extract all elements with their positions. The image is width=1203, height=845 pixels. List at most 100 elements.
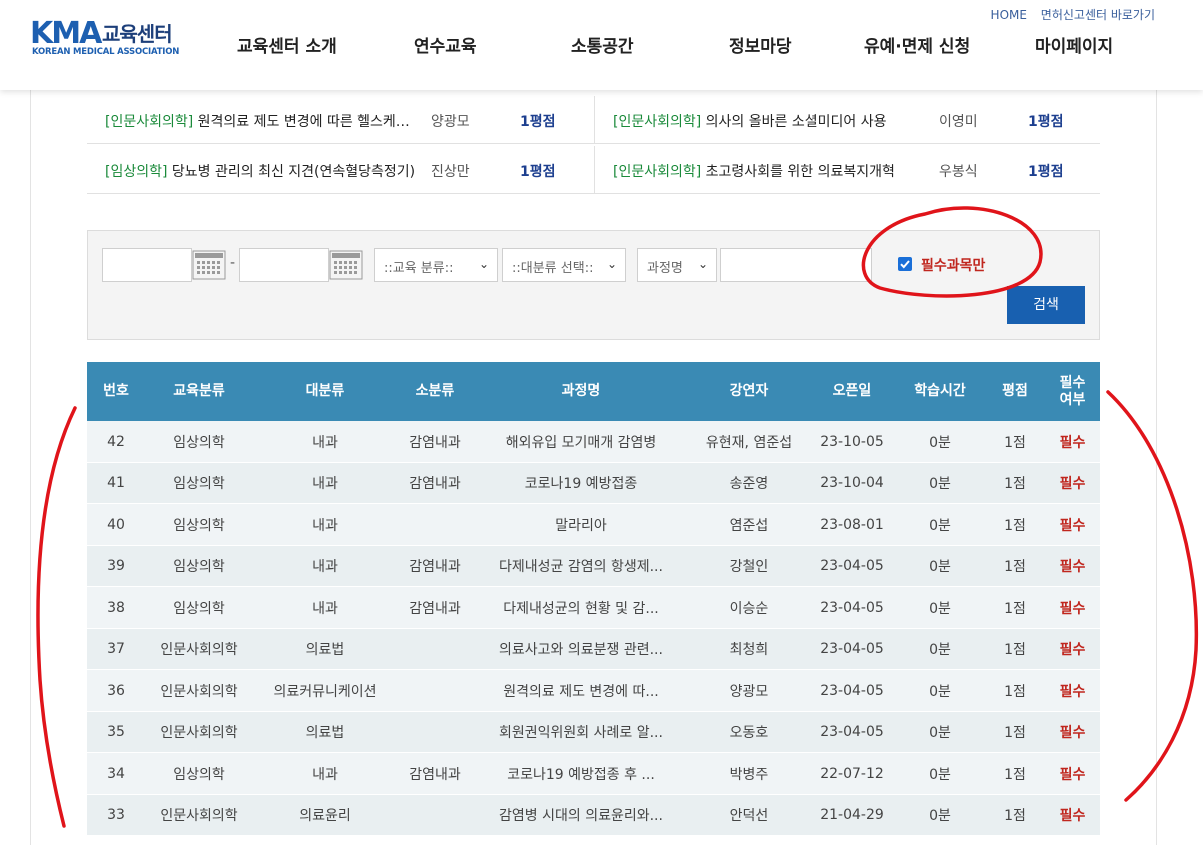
cell-course-name[interactable]: 코로나19 예방접종 xyxy=(473,463,689,504)
cell-lecturer: 강철인 xyxy=(729,559,769,575)
table-row[interactable]: 38 임상의학 내과 감염내과 다제내성균의 현황 및 감... 이승순 23-04-05 0… xyxy=(87,587,1100,629)
recommended-course[interactable]: [인문사회의학] 의사의 올바른 소셜미디어 사용 이영미 1평점 xyxy=(594,96,1100,144)
required-only-label[interactable]: 필수과목만 xyxy=(921,255,985,275)
start-date-input[interactable] xyxy=(102,248,192,282)
table-row[interactable]: 42 임상의학 내과 감염내과 해외유입 모기매개 감염병 유현재, 염준섭 23-10-0… xyxy=(87,421,1100,463)
cell-no: 42 xyxy=(107,433,125,450)
cell-edu-category: 임상의학 xyxy=(173,476,225,492)
cell-major: 의료법 xyxy=(305,725,345,741)
edu-category-select[interactable]: ::교육 분류:: ⌄ xyxy=(374,248,498,282)
cell-major: 내과 xyxy=(312,434,338,451)
cell-no: 39 xyxy=(107,558,125,574)
recommended-course[interactable]: [인문사회의학] 초고령사회를 위한 의료복지개혁 우봉식 1평점 xyxy=(594,146,1100,194)
table-row[interactable]: 35 인문사회의학 의료법 회원권익위원회 사례로 알... 오동호 23-04-05 0분… xyxy=(87,711,1100,753)
cell-course-name[interactable]: 다제내성균 감염의 항생제... xyxy=(473,546,689,587)
main-navigation: 교육센터 소개 연수교육 소통공간 정보마당 유예·면제 신청 마이페이지 xyxy=(200,32,1160,57)
recommended-course[interactable]: [인문사회의학] 원격의료 제도 변경에 따른 헬스케어 산업 양광모 1평점 xyxy=(87,96,593,144)
course-table: 번호 교육분류 대분류 소분류 과정명 강연자 오픈일 학습시간 평점 필수 여… xyxy=(87,362,1100,836)
cell-major: 내과 xyxy=(312,517,338,534)
header-no: 번호 xyxy=(103,383,129,399)
cell-points: 1점 xyxy=(1004,642,1026,658)
nav-training[interactable]: 연수교육 xyxy=(414,32,477,57)
cell-study-time: 0분 xyxy=(929,517,951,534)
search-keyword-input[interactable] xyxy=(720,248,872,282)
cell-major: 내과 xyxy=(312,476,338,492)
course-title[interactable]: [인문사회의학] 초고령사회를 위한 의료복지개혁 xyxy=(613,161,925,181)
table-body: 42 임상의학 내과 감염내과 해외유입 모기매개 감염병 유현재, 염준섭 23-10-0… xyxy=(87,421,1100,836)
cell-minor: 감염내과 xyxy=(409,559,461,575)
header-edu-category: 교육분류 xyxy=(173,383,225,399)
search-button[interactable]: 검색 xyxy=(1007,286,1085,324)
cell-points: 1점 xyxy=(1004,517,1026,534)
table-row[interactable]: 34 임상의학 내과 감염내과 코로나19 예방접종 후 ... 박병주 22-07-12 0… xyxy=(87,753,1100,795)
cell-study-time: 0분 xyxy=(929,559,951,575)
table-row[interactable]: 40 임상의학 내과 말라리아 염준섭 23-08-01 0분 1점 필수 xyxy=(87,504,1100,546)
cell-no: 35 xyxy=(107,724,125,740)
cell-required: 필수 xyxy=(1059,683,1086,700)
course-category: [임상의학] xyxy=(105,164,168,180)
nav-mypage[interactable]: 마이페이지 xyxy=(1035,32,1113,57)
cell-lecturer: 염준섭 xyxy=(729,517,769,534)
cell-course-name[interactable]: 다제내성균의 현황 및 감... xyxy=(473,587,689,628)
cell-major: 의료윤리 xyxy=(299,808,351,824)
table-row[interactable]: 41 임상의학 내과 감염내과 코로나19 예방접종 송준영 23-10-04 0분 1점 필수 xyxy=(87,462,1100,504)
cell-study-time: 0분 xyxy=(929,683,951,700)
cell-open-date: 21-04-29 xyxy=(820,807,884,823)
cell-course-name[interactable]: 감염병 시대의 의료윤리와... xyxy=(473,795,689,836)
cell-required: 필수 xyxy=(1059,476,1086,492)
license-report-link[interactable]: 면허신고센터 바로가기 xyxy=(1041,8,1155,22)
course-category: [인문사회의학] xyxy=(613,114,702,130)
cell-required: 필수 xyxy=(1059,642,1086,658)
table-row[interactable]: 37 인문사회의학 의료법 의료사고와 의료분쟁 관련... 최청희 23-04-05 0분… xyxy=(87,628,1100,670)
cell-required: 필수 xyxy=(1059,766,1086,783)
header-required: 필수 여부 xyxy=(1059,374,1086,408)
recommended-course[interactable]: [임상의학] 당뇨병 관리의 최신 지견(연속혈당측정기) 진상만 1평점 xyxy=(87,146,593,194)
cell-course-name[interactable]: 회원권익위원회 사례로 알... xyxy=(473,712,689,753)
calendar-icon[interactable] xyxy=(329,250,363,280)
course-name: 원격의료 제도 변경에 따른 헬스케어 산업 xyxy=(193,114,417,130)
course-points: 1평점 xyxy=(1028,164,1064,180)
search-panel: - ::교육 분류:: ⌄ ::대분류 선택:: ⌄ 과정명 ⌄ 필수과목만 검… xyxy=(87,230,1100,340)
table-row[interactable]: 33 인문사회의학 의료윤리 감염병 시대의 의료윤리와... 안덕선 21-04-29 0… xyxy=(87,794,1100,836)
cell-major: 내과 xyxy=(312,559,338,575)
cell-points: 1점 xyxy=(1004,559,1026,575)
chevron-down-icon: ⌄ xyxy=(606,257,617,271)
cell-open-date: 23-04-05 xyxy=(820,724,884,740)
cell-course-name[interactable]: 말라리아 xyxy=(473,504,689,545)
cell-course-name[interactable]: 원격의료 제도 변경에 따... xyxy=(473,670,689,711)
cell-required: 필수 xyxy=(1059,808,1086,824)
course-name: 의사의 올바른 소셜미디어 사용 xyxy=(701,114,887,130)
chevron-down-icon: ⌄ xyxy=(697,257,708,271)
cell-points: 1점 xyxy=(1004,600,1026,617)
cell-no: 33 xyxy=(107,807,125,823)
cell-minor: 감염내과 xyxy=(409,600,461,617)
cell-course-name[interactable]: 의료사고와 의료분쟁 관련... xyxy=(473,629,689,670)
course-title[interactable]: [인문사회의학] 원격의료 제도 변경에 따른 헬스케어 산업 xyxy=(105,111,417,131)
calendar-icon[interactable] xyxy=(192,250,226,280)
cell-course-name[interactable]: 코로나19 예방접종 후 ... xyxy=(473,753,689,794)
home-link[interactable]: HOME xyxy=(991,8,1027,22)
end-date-input[interactable] xyxy=(239,248,329,282)
course-points: 1평점 xyxy=(520,114,556,130)
header-lecturer: 강연자 xyxy=(729,383,769,399)
course-lecturer: 이영미 xyxy=(939,114,978,130)
cell-major: 의료법 xyxy=(305,642,345,658)
search-field-select[interactable]: 과정명 ⌄ xyxy=(637,248,717,282)
table-row[interactable]: 36 인문사회의학 의료커뮤니케이션 원격의료 제도 변경에 따... 양광모 23-04… xyxy=(87,670,1100,712)
cell-open-date: 23-04-05 xyxy=(820,682,884,699)
required-only-checkbox[interactable] xyxy=(898,257,912,271)
cell-course-name[interactable]: 해외유입 모기매개 감염병 xyxy=(473,421,689,462)
cell-points: 1점 xyxy=(1004,683,1026,700)
nav-community[interactable]: 소통공간 xyxy=(571,32,634,57)
cell-lecturer: 최청희 xyxy=(729,642,769,658)
course-title[interactable]: [인문사회의학] 의사의 올바른 소셜미디어 사용 xyxy=(613,111,925,131)
major-category-select[interactable]: ::대분류 선택:: ⌄ xyxy=(502,248,626,282)
logo-kma-text: KMA xyxy=(30,16,102,51)
kma-logo[interactable]: KMA 교육센터 KOREAN MEDICAL ASSOCIATION xyxy=(30,18,190,60)
table-row[interactable]: 39 임상의학 내과 감염내과 다제내성균 감염의 항생제... 강철인 23-04-05 0… xyxy=(87,545,1100,587)
course-title[interactable]: [임상의학] 당뇨병 관리의 최신 지견(연속혈당측정기) xyxy=(105,161,417,181)
nav-deferral[interactable]: 유예·면제 신청 xyxy=(864,32,970,57)
nav-about[interactable]: 교육센터 소개 xyxy=(237,32,337,57)
nav-info[interactable]: 정보마당 xyxy=(729,32,792,57)
cell-study-time: 0분 xyxy=(929,434,951,451)
